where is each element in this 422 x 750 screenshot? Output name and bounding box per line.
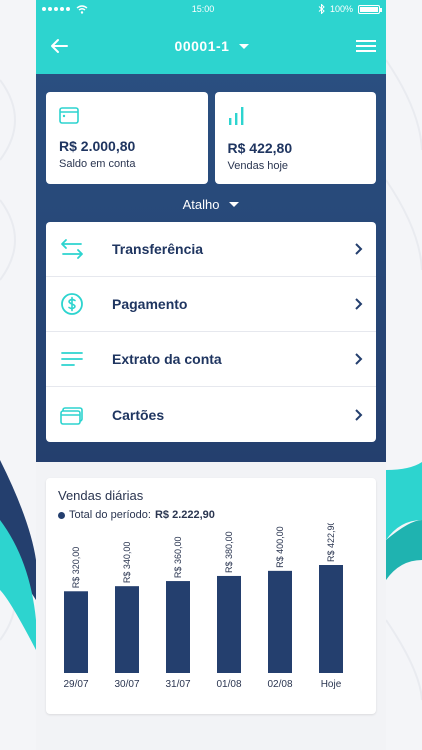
- legend-dot: [58, 511, 65, 519]
- balance-amount: R$ 2.000,80: [59, 138, 136, 154]
- menu-label: Extrato da conta: [112, 351, 222, 367]
- chart-x-tick: 30/07: [114, 679, 139, 690]
- bluetooth-icon: [318, 4, 325, 14]
- chevron-right-icon: [355, 298, 363, 310]
- app-bar: 00001-1: [36, 18, 386, 74]
- balance-card[interactable]: R$ 2.000,80 Saldo em conta: [46, 92, 208, 184]
- wifi-icon: [76, 4, 88, 14]
- menu-label: Transferência: [112, 241, 204, 257]
- transfer-icon: [61, 239, 83, 259]
- sales-amount: R$ 422,80: [227, 140, 293, 156]
- wallet-icon: [59, 107, 79, 124]
- chevron-right-icon: [355, 408, 363, 421]
- menu-icon[interactable]: [355, 40, 376, 52]
- chart-bar: [319, 565, 343, 673]
- statement-icon: [61, 352, 83, 366]
- menu-item-payment[interactable]: Pagamento: [46, 277, 376, 332]
- signal-icon: [42, 7, 70, 11]
- chart-bar: [64, 591, 88, 673]
- battery-percent: 100%: [329, 4, 353, 14]
- battery-icon: [358, 4, 382, 14]
- shortcut-toggle[interactable]: Atalho: [46, 197, 376, 212]
- chevron-down-icon: [229, 202, 240, 207]
- sales-label: Vendas hoje: [227, 160, 289, 172]
- chevron-right-icon: [355, 353, 363, 365]
- dashboard-section: R$ 2.000,80 Saldo em conta R$ 422,80 Ven…: [36, 74, 386, 462]
- chart-x-tick: 31/07: [165, 679, 190, 690]
- chart-x-tick: Hoje: [321, 679, 342, 690]
- chart-total-label: Total do período:: [69, 509, 151, 521]
- chart-data-label: R$ 400,00: [275, 526, 285, 568]
- balance-label: Saldo em conta: [59, 158, 136, 170]
- chart-data-label: R$ 360,00: [173, 537, 183, 579]
- chart-bar: [166, 581, 190, 673]
- account-number: 00001-1: [174, 38, 230, 54]
- status-bar: 15:00 100%: [36, 0, 386, 18]
- summary-cards: R$ 2.000,80 Saldo em conta R$ 422,80 Ven…: [46, 92, 376, 184]
- chart-data-label: R$ 380,00: [224, 531, 234, 573]
- status-time: 15:00: [191, 4, 215, 14]
- chart-bar: [217, 575, 241, 673]
- chart-data-label: R$ 422,90: [326, 523, 336, 562]
- chart-total-value: R$ 2.222,90: [154, 509, 215, 521]
- chart-title: Vendas diárias: [58, 488, 144, 503]
- chevron-down-icon: [239, 43, 250, 49]
- chart-total: Total do período: R$ 2.222,90: [58, 509, 364, 521]
- chart-data-label: R$ 320,00: [71, 547, 81, 589]
- phone-screen: 15:00 100% 00001-1 R$ 2.000,80 Saldo em …: [36, 0, 386, 750]
- menu-label: Cartões: [112, 406, 165, 423]
- menu-item-cards[interactable]: Cartões: [46, 387, 376, 442]
- back-arrow-icon[interactable]: [50, 38, 68, 54]
- bar-chart-icon: [228, 107, 243, 125]
- chart-x-tick: 29/07: [63, 679, 88, 690]
- sales-card[interactable]: R$ 422,80 Vendas hoje: [214, 92, 376, 184]
- dollar-circle-icon: [61, 293, 83, 315]
- shortcut-menu: Transferência Pagamento Extrato da conta…: [46, 222, 376, 442]
- chevron-right-icon: [355, 243, 363, 255]
- account-selector[interactable]: 00001-1: [175, 38, 250, 54]
- menu-item-statement[interactable]: Extrato da conta: [46, 332, 376, 387]
- chart-x-tick: 01/08: [216, 679, 241, 690]
- daily-sales-card: Vendas diárias Total do período: R$ 2.22…: [46, 478, 376, 714]
- card-icon: [60, 406, 83, 425]
- menu-label: Pagamento: [112, 296, 188, 312]
- shortcut-label: Atalho: [182, 197, 220, 212]
- menu-item-transfer[interactable]: Transferência: [46, 222, 376, 277]
- chart-data-label: R$ 340,00: [122, 542, 132, 584]
- chart-bar: [268, 570, 292, 673]
- daily-sales-chart: R$ 320,00 29/07 R$ 340,00 30/07 R$ 360,00 31/…: [63, 523, 343, 690]
- chart-bar: [115, 586, 139, 673]
- chart-x-tick: 02/08: [267, 679, 292, 690]
